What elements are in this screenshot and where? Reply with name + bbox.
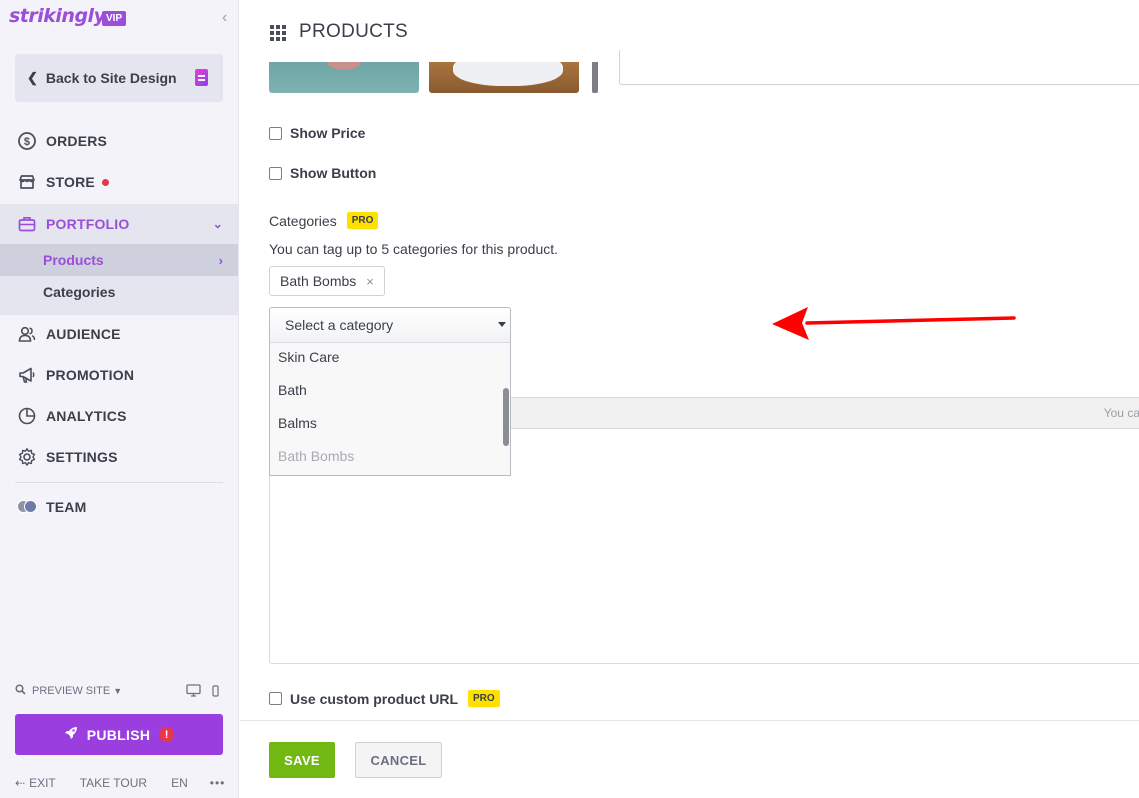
nav-settings[interactable]: SETTINGS xyxy=(0,437,238,477)
back-button-label: Back to Site Design xyxy=(45,70,177,86)
category-select-value: Select a category xyxy=(285,317,394,333)
site-page-icon xyxy=(195,69,208,86)
publish-button[interactable]: PUBLISH ! xyxy=(15,714,223,755)
chevron-down-icon: ⌄ xyxy=(212,217,223,231)
exit-label: EXIT xyxy=(29,776,56,790)
checkbox[interactable] xyxy=(269,166,282,180)
device-toggle xyxy=(186,684,219,700)
strikingly-logo[interactable]: strikingly xyxy=(9,5,106,27)
nav-analytics-label: ANALYTICS xyxy=(46,408,127,424)
grid-icon xyxy=(270,25,288,41)
svg-text:$: $ xyxy=(24,136,30,148)
show-button-checkbox[interactable]: Show Button xyxy=(269,165,376,181)
dropdown-scrollbar[interactable] xyxy=(503,388,509,446)
dropdown-option[interactable]: Bath xyxy=(278,382,307,398)
more-options-icon[interactable]: ••• xyxy=(210,776,226,790)
arrow-left-icon: ⇠ xyxy=(15,776,26,790)
nav-orders-label: ORDERS xyxy=(46,133,108,149)
language-selector[interactable]: EN xyxy=(171,776,188,790)
show-button-label: Show Button xyxy=(290,165,377,181)
annotation-arrow-icon xyxy=(772,307,1016,340)
caret-down-icon: ▼ xyxy=(113,686,123,696)
sidebar: strikingly VIP ‹ ❮ Back to Site Design $… xyxy=(0,0,239,798)
desktop-icon[interactable] xyxy=(186,684,201,700)
mobile-icon[interactable] xyxy=(212,684,219,700)
categories-help-text: You can tag up to 5 categories for this … xyxy=(269,241,559,257)
search-icon xyxy=(15,684,26,698)
checkbox[interactable] xyxy=(269,692,282,705)
nav-analytics[interactable]: ANALYTICS xyxy=(0,396,238,436)
editor-hint-text: You car xyxy=(1103,406,1139,420)
product-image-thumbnail[interactable] xyxy=(269,62,419,93)
team-avatars-icon xyxy=(17,497,37,517)
nav-promotion-label: PROMOTION xyxy=(46,367,135,383)
dollar-circle-icon: $ xyxy=(17,131,37,151)
pie-chart-icon xyxy=(17,406,37,426)
preview-site-label: PREVIEW SITE xyxy=(32,685,111,697)
people-icon xyxy=(17,324,37,344)
custom-url-label: Use custom product URL xyxy=(290,690,459,707)
megaphone-icon xyxy=(17,365,37,385)
footer-divider xyxy=(240,720,1139,721)
categories-heading: Categories PRO xyxy=(269,212,379,229)
sidebar-footer: ⇠ EXIT TAKE TOUR EN ••• xyxy=(15,776,226,790)
main-panel: PRODUCTS Show Price Show Button Categori… xyxy=(240,0,1139,798)
category-tag-label: Bath Bombs xyxy=(280,273,357,289)
nav-audience-label: AUDIENCE xyxy=(46,326,121,342)
product-image-thumbnail[interactable] xyxy=(429,62,579,93)
nav-promotion[interactable]: PROMOTION xyxy=(0,355,238,395)
nav-orders[interactable]: $ ORDERS xyxy=(0,121,238,161)
briefcase-icon xyxy=(17,214,37,234)
publish-alert-icon: ! xyxy=(159,727,175,742)
notification-dot xyxy=(101,178,109,186)
sidebar-item-categories[interactable]: Categories xyxy=(0,276,238,308)
chevron-left-icon: ❮ xyxy=(27,70,38,85)
nav-audience[interactable]: AUDIENCE xyxy=(0,314,238,354)
gear-icon xyxy=(17,447,37,467)
vip-badge: VIP xyxy=(102,11,127,26)
dropdown-option-disabled: Bath Bombs xyxy=(278,448,355,464)
image-scrollbar[interactable] xyxy=(592,62,598,93)
description-field[interactable] xyxy=(619,50,1139,85)
remove-tag-icon[interactable]: × xyxy=(366,274,374,289)
sidebar-divider xyxy=(15,482,223,483)
nav-team[interactable]: TEAM xyxy=(0,487,238,527)
take-tour-link[interactable]: TAKE TOUR xyxy=(80,776,147,790)
nav-portfolio-label: PORTFOLIO xyxy=(46,216,130,232)
nav-settings-label: SETTINGS xyxy=(46,449,118,465)
categories-label: Categories xyxy=(269,212,337,229)
sidebar-item-label: Categories xyxy=(43,284,116,300)
show-price-label: Show Price xyxy=(290,125,366,141)
publish-label: PUBLISH xyxy=(86,726,151,743)
collapse-sidebar-icon[interactable]: ‹ xyxy=(222,10,227,26)
page-title: PRODUCTS xyxy=(299,21,409,42)
nav-store-label: STORE xyxy=(46,174,95,190)
sidebar-item-label: Products xyxy=(43,252,104,268)
sidebar-item-products[interactable]: Products › xyxy=(0,244,238,276)
chevron-right-icon: › xyxy=(218,252,223,268)
dropdown-option[interactable]: Skin Care xyxy=(278,349,339,365)
custom-url-checkbox[interactable]: Use custom product URL PRO xyxy=(269,690,500,707)
show-price-checkbox[interactable]: Show Price xyxy=(269,125,365,141)
checkbox[interactable] xyxy=(269,126,282,140)
nav-store[interactable]: STORE xyxy=(0,162,238,202)
pro-badge: PRO xyxy=(468,690,500,707)
preview-site-dropdown[interactable]: PREVIEW SITE ▼ xyxy=(15,684,122,698)
cancel-button[interactable]: CANCEL xyxy=(355,742,442,778)
pro-badge: PRO xyxy=(346,212,379,229)
category-select[interactable]: Select a category xyxy=(269,307,511,343)
rocket-icon xyxy=(64,726,78,743)
back-to-site-design-button[interactable]: ❮ Back to Site Design xyxy=(15,54,223,102)
store-icon xyxy=(17,172,37,192)
nav-portfolio[interactable]: PORTFOLIO ⌄ xyxy=(0,204,238,244)
caret-down-icon xyxy=(498,322,506,327)
category-tag: Bath Bombs × xyxy=(269,266,385,296)
save-button[interactable]: SAVE xyxy=(269,742,335,778)
exit-link[interactable]: ⇠ EXIT xyxy=(15,776,56,790)
nav-team-label: TEAM xyxy=(46,499,87,515)
dropdown-option[interactable]: Balms xyxy=(278,415,317,431)
category-dropdown-list: Skin Care Bath Balms Bath Bombs xyxy=(269,342,511,476)
